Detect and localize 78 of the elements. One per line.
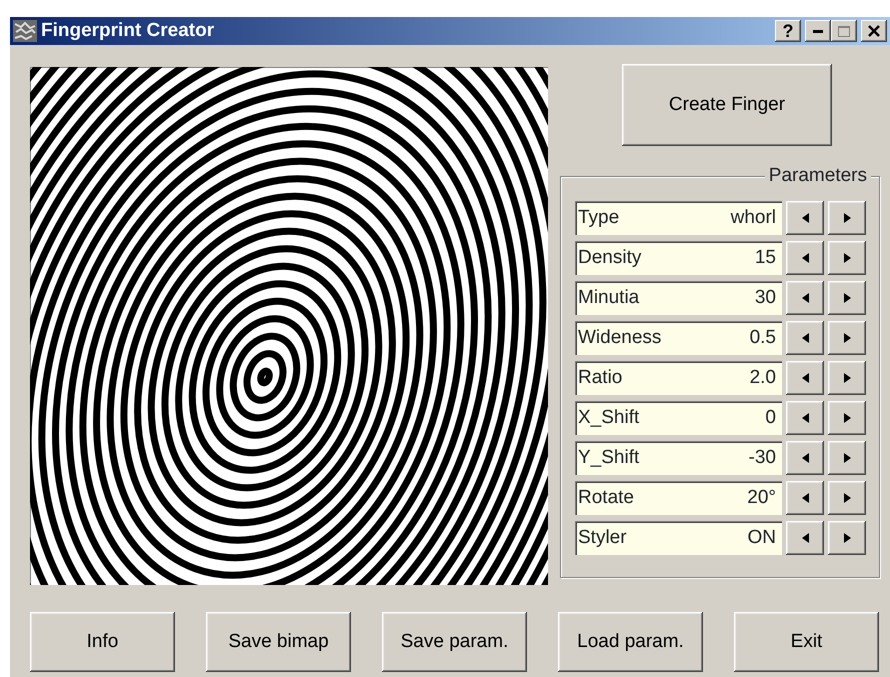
right-triangle-icon [842,372,852,384]
action-button[interactable]: Info [30,612,175,672]
left-triangle-icon [800,532,810,544]
right-triangle-icon [842,292,852,304]
parameter-value: 0 [765,406,776,430]
increase-button[interactable] [828,481,866,515]
parameter-label: Type [578,206,620,230]
left-triangle-icon [800,292,810,304]
left-triangle-icon [800,412,810,424]
right-triangle-icon [842,412,852,424]
action-button[interactable]: Save param. [382,612,527,672]
parameter-value: 20° [747,486,776,510]
parameter-field[interactable]: Y_Shift -30 [575,441,782,475]
parameter-field[interactable]: Styler ON [575,521,782,555]
left-triangle-icon [800,372,810,384]
increase-button[interactable] [828,401,866,435]
parameter-field[interactable]: X_Shift 0 [575,401,782,435]
decrease-button[interactable] [786,481,824,515]
parameter-field[interactable]: Wideness 0.5 [575,321,782,355]
parameter-value: -30 [748,446,776,470]
left-triangle-icon [800,212,810,224]
close-icon [868,25,880,37]
right-triangle-icon [842,212,852,224]
decrease-button[interactable] [786,401,824,435]
parameter-value: ON [748,526,776,550]
window-title: Fingerprint Creator [41,18,214,43]
parameter-value: 30 [754,286,776,310]
action-button[interactable]: Exit [734,612,879,672]
increase-button[interactable] [828,201,866,235]
right-triangle-icon [842,252,852,264]
increase-button[interactable] [828,241,866,275]
parameter-label: Y_Shift [578,446,640,470]
parameter-field[interactable]: Minutia 30 [575,281,782,315]
parameter-value: whorl [730,206,776,230]
parameter-field[interactable]: Density 15 [575,241,782,275]
parameter-label: Minutia [578,286,640,310]
parameter-field[interactable]: Ratio 2.0 [575,361,782,395]
increase-button[interactable] [828,361,866,395]
action-button[interactable]: Save bimap [206,612,351,672]
decrease-button[interactable] [786,441,824,475]
right-triangle-icon [842,332,852,344]
parameter-label: Styler [578,526,627,550]
left-triangle-icon [800,332,810,344]
close-button[interactable] [861,20,887,42]
maximize-icon [838,26,850,36]
parameter-value: 15 [754,246,776,270]
increase-button[interactable] [828,521,866,555]
right-triangle-icon [842,492,852,504]
left-triangle-icon [800,492,810,504]
decrease-button[interactable] [786,201,824,235]
left-triangle-icon [800,452,810,464]
app-icon [13,20,37,42]
decrease-button[interactable] [786,521,824,555]
decrease-button[interactable] [786,361,824,395]
right-triangle-icon [842,532,852,544]
increase-button[interactable] [828,321,866,355]
left-triangle-icon [800,252,810,264]
minimize-button[interactable] [805,20,831,42]
parameter-label: X_Shift [578,406,640,430]
create-finger-button[interactable]: Create Finger [622,64,832,146]
help-button[interactable]: ? [775,20,801,42]
right-triangle-icon [842,452,852,464]
action-button[interactable]: Load param. [558,612,703,672]
decrease-button[interactable] [786,281,824,315]
parameter-label: Density [578,246,642,270]
parameter-label: Ratio [578,366,622,390]
decrease-button[interactable] [786,321,824,355]
increase-button[interactable] [828,441,866,475]
increase-button[interactable] [828,281,866,315]
parameter-label: Rotate [578,486,634,510]
minimize-icon [813,30,823,32]
parameter-field[interactable]: Rotate 20° [575,481,782,515]
parameter-label: Wideness [578,326,662,350]
decrease-button[interactable] [786,241,824,275]
parameter-value: 2.0 [750,366,776,390]
maximize-button[interactable] [831,20,857,42]
parameter-field[interactable]: Type whorl [575,201,782,235]
parameter-value: 0.5 [750,326,776,350]
